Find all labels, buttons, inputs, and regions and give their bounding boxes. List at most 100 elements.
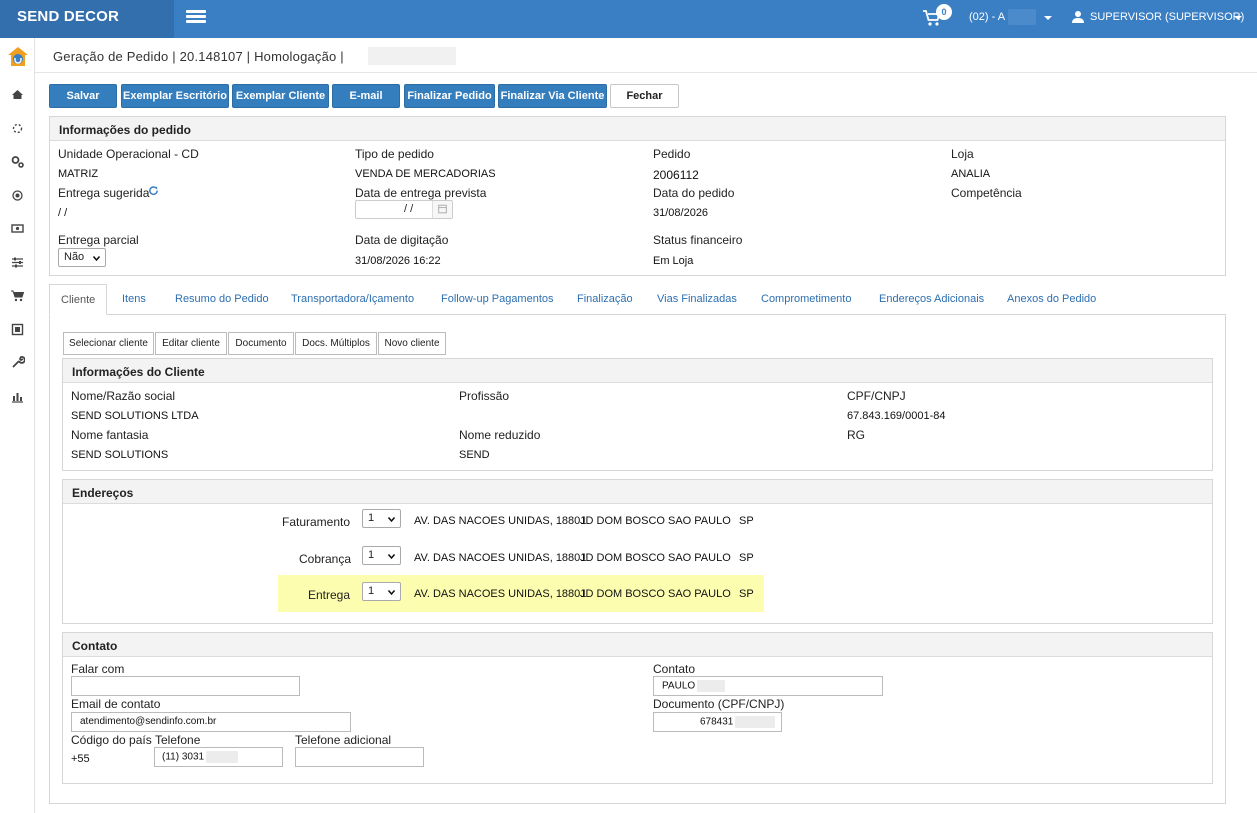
tab-bar: Cliente Itens Resumo do Pedido Transport… <box>49 284 1226 315</box>
address-city: SAO PAULO <box>668 588 731 600</box>
close-button[interactable]: Fechar <box>610 84 679 108</box>
cpf-cnpj-value: 67.843.169/0001-84 <box>847 410 946 422</box>
address-city: SAO PAULO <box>668 552 731 564</box>
address-type-label: Faturamento <box>282 515 351 529</box>
trade-name-value: SEND SOLUTIONS <box>71 449 169 461</box>
order-date-value: 31/08/2026 <box>653 207 709 219</box>
partial-delivery-value: Não <box>64 251 85 263</box>
chevron-down-icon[interactable] <box>1234 16 1242 20</box>
redacted-text <box>735 716 776 728</box>
tab-anexos-pedido[interactable]: Anexos do Pedido <box>1007 284 1096 315</box>
money-icon[interactable] <box>10 221 25 236</box>
home-icon[interactable] <box>10 87 25 102</box>
cart-icon[interactable] <box>10 288 25 303</box>
address-number-value: 1 <box>368 549 375 561</box>
frame-icon[interactable] <box>10 322 25 337</box>
address-state: SP <box>739 588 754 600</box>
office-copy-button[interactable]: Exemplar Escritório <box>121 84 229 108</box>
address-district: JD DOM BOSCO <box>580 552 665 564</box>
addresses-title: Endereços <box>63 480 1212 504</box>
page-title: Geração de Pedido | 20.148107 | Homologa… <box>53 49 344 64</box>
phone-input[interactable]: (11) 3031 <box>154 747 283 767</box>
contact-name-input[interactable]: PAULO <box>653 676 883 696</box>
profession-label: Profissão <box>459 389 510 403</box>
address-street: AV. DAS NACOES UNIDAS, 18801 <box>414 552 587 564</box>
store-value: ANALIA <box>951 168 991 180</box>
client-copy-button[interactable]: Exemplar Cliente <box>232 84 329 108</box>
breadcrumb: Geração de Pedido | 20.148107 | Homologa… <box>35 38 1257 73</box>
select-client-button[interactable]: Selecionar cliente <box>63 332 154 355</box>
tab-transportadora[interactable]: Transportadora/Içamento <box>291 284 414 315</box>
short-name-label: Nome reduzido <box>459 428 541 442</box>
tab-resumo-pedido[interactable]: Resumo do Pedido <box>175 284 269 315</box>
sliders-icon[interactable] <box>10 255 25 270</box>
partial-delivery-select[interactable]: Não <box>58 248 106 267</box>
new-client-button[interactable]: Novo cliente <box>378 332 446 355</box>
speak-with-label: Falar com <box>71 662 125 676</box>
document-button[interactable]: Documento <box>228 332 294 355</box>
hamburger-icon[interactable] <box>186 10 206 24</box>
brand-logo[interactable]: SEND DECOR <box>0 0 174 38</box>
trade-name-label: Nome fantasia <box>71 428 149 442</box>
redacted-text <box>697 680 726 692</box>
target-icon[interactable] <box>10 188 25 203</box>
multiple-docs-button[interactable]: Docs. Múltiplos <box>295 332 377 355</box>
billing-collection-address-select[interactable]: 1 <box>362 546 401 565</box>
redacted-text <box>206 751 239 763</box>
gears-icon[interactable] <box>10 154 25 169</box>
chevron-down-icon[interactable] <box>1044 16 1052 20</box>
contact-document-value: 678431 <box>700 716 734 728</box>
tab-follow-up-pagamentos[interactable]: Follow-up Pagamentos <box>441 284 554 315</box>
app-logo-icon[interactable] <box>7 46 29 68</box>
phone-label: Telefone <box>155 733 201 747</box>
chevron-down-icon <box>93 256 100 262</box>
contact-title: Contato <box>63 633 1212 657</box>
cart-count-badge: 0 <box>936 4 952 20</box>
tab-enderecos-adicionais[interactable]: Endereços Adicionais <box>879 284 984 315</box>
operational-unit-label: Unidade Operacional - CD <box>58 147 199 161</box>
contact-email-input[interactable]: atendimento@sendinfo.com.br <box>71 712 351 732</box>
loading-icon[interactable] <box>10 121 25 136</box>
financial-status-label: Status financeiro <box>653 233 743 247</box>
address-district: JD DOM BOSCO <box>580 588 665 600</box>
country-code-value: +55 <box>71 753 90 765</box>
contact-document-input[interactable]: 678431 <box>653 712 782 732</box>
contact-name-label: Contato <box>653 662 696 676</box>
tab-vias-finalizadas[interactable]: Vias Finalizadas <box>657 284 737 315</box>
order-number-label: Pedido <box>653 147 691 161</box>
tab-comprometimento[interactable]: Comprometimento <box>761 284 851 315</box>
store-selector[interactable]: (02) - A <box>969 11 1005 23</box>
country-code-label: Código do país <box>71 733 152 747</box>
email-button[interactable]: E-mail <box>332 84 400 108</box>
user-menu[interactable]: SUPERVISOR (SUPERVISOR) <box>1090 11 1244 23</box>
speak-with-input[interactable] <box>71 676 300 696</box>
billing-address-select[interactable]: 1 <box>362 509 401 528</box>
order-info-panel: Informações do pedido <box>49 116 1226 276</box>
store-label: Loja <box>951 147 974 161</box>
additional-phone-label: Telefone adicional <box>295 733 392 747</box>
address-city: SAO PAULO <box>668 515 731 527</box>
address-number-value: 1 <box>368 512 375 524</box>
tab-cliente[interactable]: Cliente <box>49 284 108 315</box>
bar-chart-icon[interactable] <box>10 389 25 404</box>
user-icon <box>1072 11 1084 23</box>
edit-client-button[interactable]: Editar cliente <box>155 332 227 355</box>
tab-finalizacao[interactable]: Finalização <box>577 284 633 315</box>
finalize-client-copy-button[interactable]: Finalizar Via Cliente <box>498 84 607 108</box>
client-name-value: SEND SOLUTIONS LTDA <box>71 410 199 422</box>
store-name-redacted <box>1008 9 1036 25</box>
expected-delivery-date-input[interactable]: / / <box>355 200 453 219</box>
calendar-icon[interactable] <box>432 201 452 218</box>
tab-itens[interactable]: Itens <box>122 284 146 315</box>
additional-phone-input[interactable] <box>295 747 424 767</box>
order-number-value: 2006112 <box>653 168 699 182</box>
save-button[interactable]: Salvar <box>49 84 117 108</box>
wrench-icon[interactable] <box>10 355 25 370</box>
expected-delivery-label: Data de entrega prevista <box>355 186 487 200</box>
refresh-icon[interactable] <box>148 186 159 197</box>
expected-delivery-value: / / <box>404 203 414 215</box>
sidebar <box>0 38 35 813</box>
finalize-order-button[interactable]: Finalizar Pedido <box>404 84 495 108</box>
delivery-address-select[interactable]: 1 <box>362 582 401 601</box>
competence-label: Competência <box>951 186 1022 200</box>
